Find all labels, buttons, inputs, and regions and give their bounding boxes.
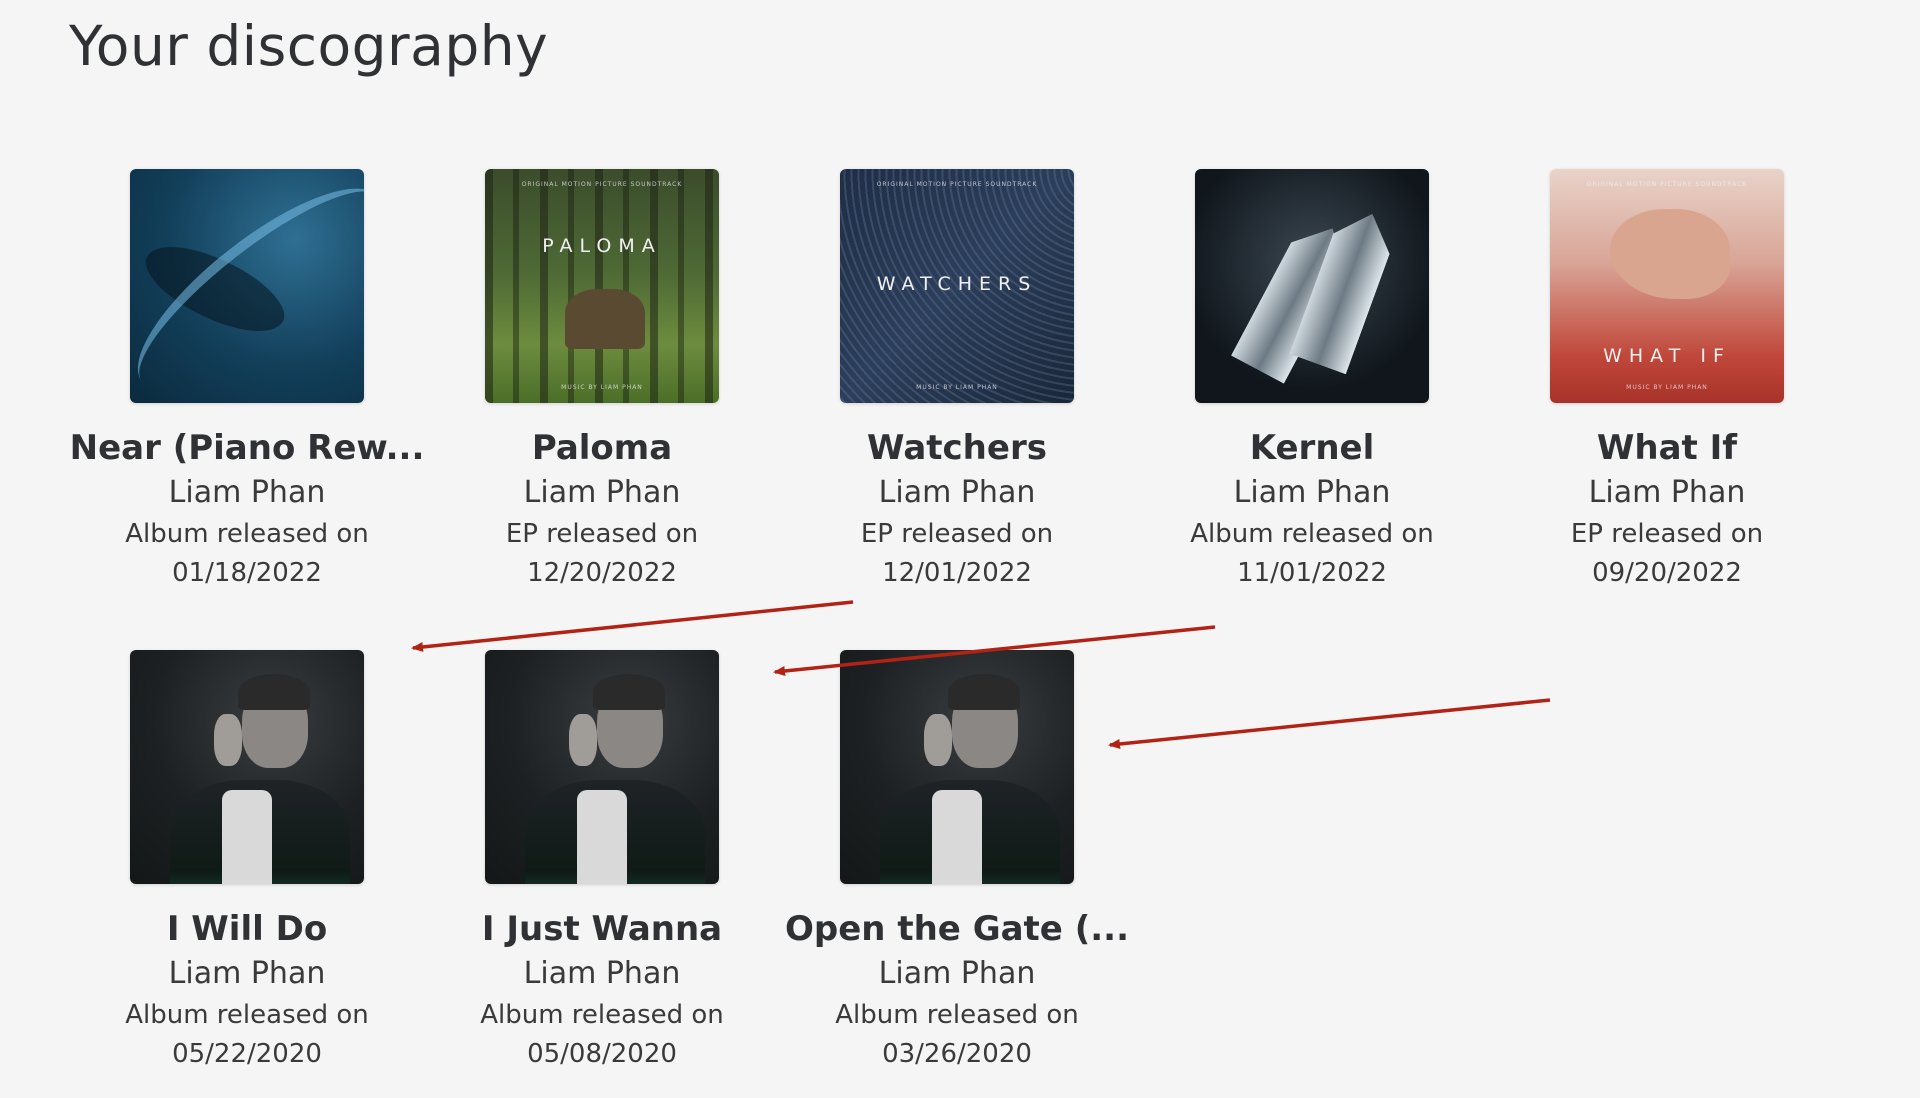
annotation-arrows <box>411 600 1551 749</box>
arrow-kernel-to-i-just-wanna <box>773 625 1216 676</box>
arrow-watchers-to-i-will-do <box>411 600 854 652</box>
arrow-what-if-to-open-the-gate <box>1108 698 1551 749</box>
